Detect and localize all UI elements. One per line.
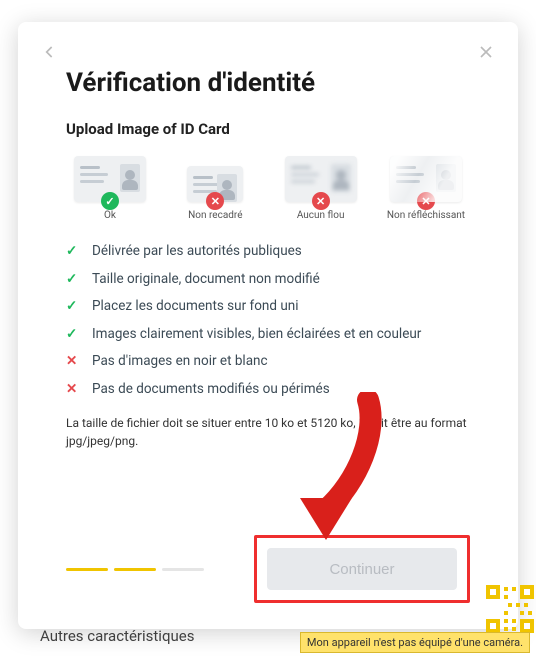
modal-title: Vérification d'identité [66, 68, 470, 98]
example-no-reflection: ✕ Non réfléchissant [382, 156, 470, 221]
checkmark-icon: ✓ [101, 192, 119, 210]
rules-list: ✓Délivrée par les autorités publiques ✓T… [66, 243, 470, 398]
rule-item: ✓Taille originale, document non modifié [66, 271, 470, 289]
back-button[interactable] [40, 42, 60, 62]
checkmark-icon: ✓ [66, 326, 82, 344]
file-size-note: La taille de fichier doit se situer entr… [66, 414, 470, 450]
rule-item: ✕Pas d'images en noir et blanc [66, 353, 470, 371]
example-label: Aucun flou [297, 210, 345, 221]
identity-verification-modal: Vérification d'identité Upload Image of … [18, 22, 518, 629]
cross-icon: ✕ [312, 192, 330, 210]
checkmark-icon: ✓ [66, 271, 82, 289]
rule-item: ✓Placez les documents sur fond uni [66, 298, 470, 316]
close-button[interactable] [476, 42, 496, 62]
example-label: Non recadré [188, 210, 242, 221]
checkmark-icon: ✓ [66, 243, 82, 261]
example-label: Non réfléchissant [387, 210, 465, 221]
example-ok: ✓ Ok [66, 156, 154, 221]
qr-code-icon [486, 585, 534, 633]
rule-item: ✓Délivrée par les autorités publiques [66, 243, 470, 261]
highlight-box: Continuer [254, 535, 470, 603]
cross-icon: ✕ [417, 192, 435, 210]
cross-icon: ✕ [66, 381, 82, 399]
camera-warning: Mon appareil n'est pas équipé d'une camé… [300, 632, 530, 653]
example-row: ✓ Ok ✕ Non recadré ✕ Aucun flou ✕ Non ré… [66, 156, 470, 221]
cross-icon: ✕ [66, 353, 82, 371]
example-not-cropped: ✕ Non recadré [171, 156, 259, 221]
cross-icon: ✕ [206, 192, 224, 210]
progress-indicator [66, 568, 204, 571]
rule-item: ✓Images clairement visibles, bien éclair… [66, 326, 470, 344]
modal-subtitle: Upload Image of ID Card [66, 120, 470, 138]
example-no-blur: ✕ Aucun flou [277, 156, 365, 221]
checkmark-icon: ✓ [66, 298, 82, 316]
background-footer-text: Autres caractéristiques [40, 627, 194, 645]
continue-button[interactable]: Continuer [267, 548, 457, 590]
example-label: Ok [104, 210, 116, 221]
rule-item: ✕Pas de documents modifiés ou périmés [66, 381, 470, 399]
